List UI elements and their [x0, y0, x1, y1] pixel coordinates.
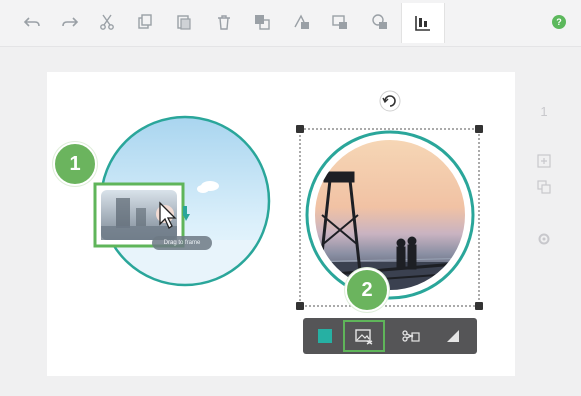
- image-toolbar: [303, 318, 477, 354]
- color-swatch-icon: [318, 329, 332, 343]
- replace-image-icon: [355, 329, 373, 345]
- crop-detach-button[interactable]: [389, 318, 433, 354]
- resize-handle-bottom-left[interactable]: [296, 302, 304, 310]
- right-circle-frame[interactable]: [300, 130, 480, 302]
- rotate-handle[interactable]: [379, 90, 401, 112]
- crop-scissors-icon: [402, 330, 420, 342]
- resize-handle-bottom-right[interactable]: [475, 302, 483, 310]
- canvas-artwork: [93, 90, 480, 307]
- step-badge-1: 1: [53, 142, 97, 186]
- drag-tooltip: Drag to frame: [152, 236, 212, 250]
- resize-handle-top-right[interactable]: [475, 125, 483, 133]
- step-badge-2: 2: [345, 268, 389, 312]
- adjust-icon: [447, 330, 459, 342]
- adjust-button[interactable]: [431, 318, 475, 354]
- fill-color-button[interactable]: [303, 318, 347, 354]
- editor-app: ? 1 Drag to frame 1 2: [0, 0, 581, 396]
- resize-handle-top-left[interactable]: [296, 125, 304, 133]
- replace-image-button[interactable]: [343, 320, 385, 352]
